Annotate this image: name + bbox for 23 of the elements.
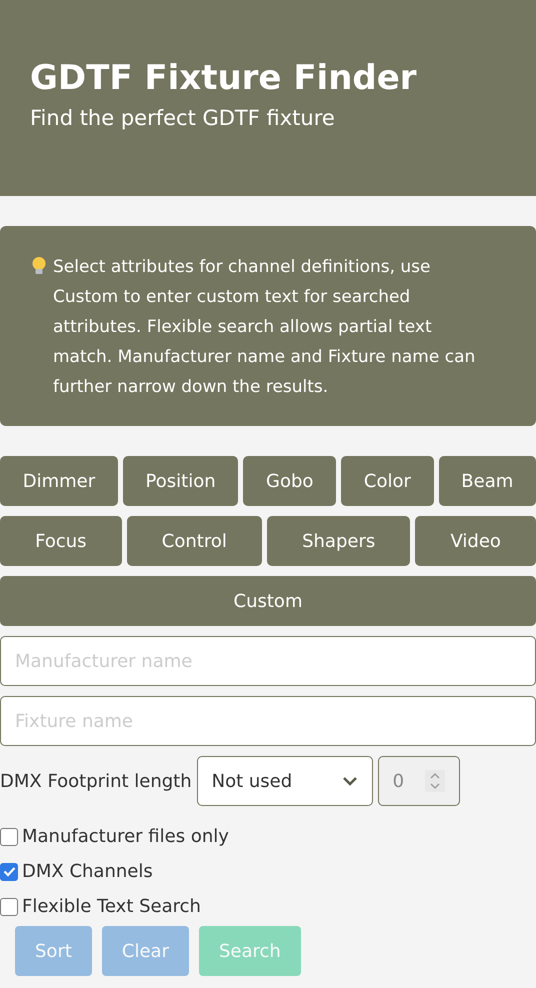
checkbox[interactable] [0, 862, 18, 880]
chevron-down-icon [342, 776, 358, 786]
attribute-button[interactable]: Position [122, 456, 238, 506]
footprint-select[interactable]: Not used [196, 756, 373, 806]
attribute-button[interactable]: Focus [0, 516, 122, 566]
attribute-button[interactable]: Color [341, 456, 434, 506]
lightbulb-icon [30, 256, 48, 276]
info-text: Select attributes for channel definitions, use Custom to enter custom text for searched attributes. Flexible search allows partial text match. Manufacturer name and Fixture name can further narrow down the results. [53, 256, 476, 399]
attribute-button[interactable]: Gobo [243, 456, 336, 506]
attribute-button[interactable]: Control [126, 516, 262, 566]
attribute-button[interactable]: Custom [0, 576, 536, 626]
page-subtitle: Find the perfect GDTF fixture [30, 104, 336, 132]
attribute-button[interactable]: Video [415, 516, 536, 566]
attribute-button[interactable]: Shapers [266, 516, 410, 566]
checkbox-label: Flexible Text Search [22, 895, 201, 919]
footprint-label: DMX Footprint length [0, 770, 192, 794]
page-title: GDTF Fixture Finder [30, 58, 418, 99]
attribute-button[interactable]: Dimmer [0, 456, 118, 506]
checkbox-label: Manufacturer files only [22, 825, 229, 849]
checkbox[interactable] [0, 898, 18, 916]
checkbox[interactable] [0, 828, 18, 846]
checkbox-label: DMX Channels [22, 860, 153, 884]
attribute-button[interactable]: Beam [438, 456, 536, 506]
